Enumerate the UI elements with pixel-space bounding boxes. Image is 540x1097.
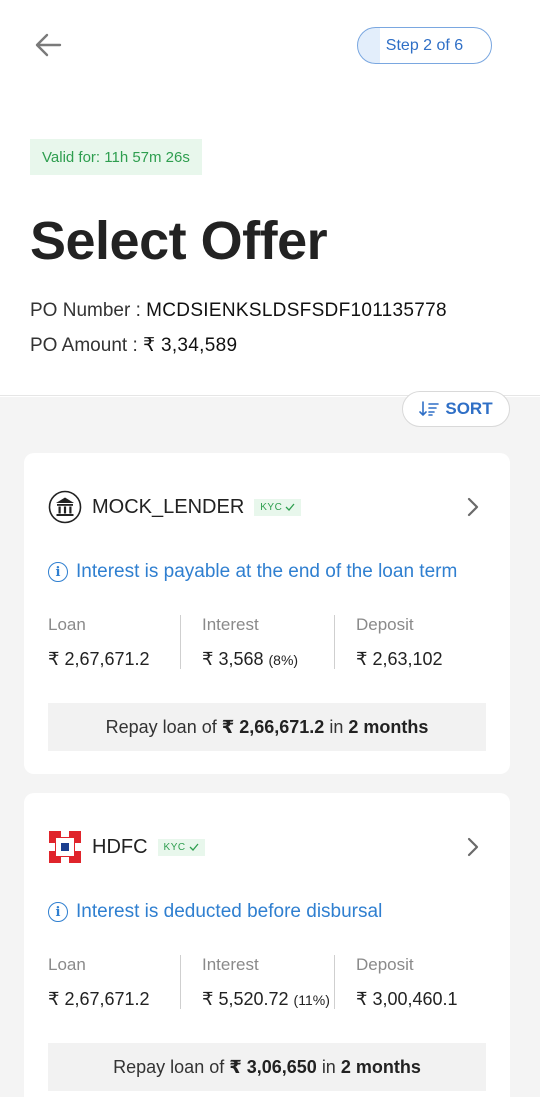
repay-term: 2 months xyxy=(348,716,429,737)
po-amount-row: PO Amount : ₹ 3,34,589 xyxy=(30,334,237,357)
sort-label: SORT xyxy=(445,399,493,418)
deposit-value: ₹ 3,00,460.1 xyxy=(356,989,458,1009)
loan-stat: Loan ₹ 2,67,671.2 xyxy=(48,955,180,1009)
interest-value: ₹ 5,520.72 xyxy=(202,989,289,1009)
info-text: Interest is deducted before disbursal xyxy=(76,901,383,922)
lender-name: HDFC xyxy=(92,835,148,858)
repay-summary: Repay loan of ₹ 3,06,650 in 2 months xyxy=(48,1043,486,1091)
arrow-left-icon xyxy=(35,33,62,57)
sort-button[interactable]: SORT xyxy=(402,391,510,427)
deposit-stat: Deposit ₹ 3,00,460.1 xyxy=(334,955,488,1009)
loan-value: ₹ 2,67,671.2 xyxy=(48,989,150,1009)
interest-value-row: ₹ 5,520.72 (11%) xyxy=(202,989,334,1010)
loan-value: ₹ 2,67,671.2 xyxy=(48,649,150,669)
chevron-right-icon[interactable] xyxy=(466,497,480,517)
po-number-row: PO Number : MCDSIENKSLDSFSDF101135778 xyxy=(30,300,447,322)
offer-stats: Loan ₹ 2,67,671.2 Interest ₹ 5,520.72 (1… xyxy=(48,955,488,1009)
repay-summary: Repay loan of ₹ 2,66,671.2 in 2 months xyxy=(48,703,486,751)
loan-stat: Loan ₹ 2,67,671.2 xyxy=(48,615,180,669)
offer-list: SORT MOCK_LENDER KYC i Interest is payab… xyxy=(0,391,540,1097)
repay-amount: ₹ 2,66,671.2 xyxy=(221,716,325,737)
interest-info: i Interest is payable at the end of the … xyxy=(48,561,457,583)
deposit-label: Deposit xyxy=(356,955,414,974)
deposit-value: ₹ 2,63,102 xyxy=(356,649,443,669)
repay-amount: ₹ 3,06,650 xyxy=(229,1056,317,1077)
interest-rate: (8%) xyxy=(268,652,299,668)
interest-rate: (11%) xyxy=(293,992,330,1008)
interest-info: i Interest is deducted before disbursal xyxy=(48,901,382,923)
validity-badge: Valid for: 11h 57m 26s xyxy=(30,139,202,175)
interest-stat: Interest ₹ 3,568 (8%) xyxy=(180,615,334,669)
interest-value-row: ₹ 3,568 (8%) xyxy=(202,649,334,670)
step-indicator: Step 2 of 6 xyxy=(357,27,492,64)
back-button[interactable] xyxy=(30,30,66,60)
repay-term: 2 months xyxy=(340,1056,421,1077)
loan-label: Loan xyxy=(48,955,86,974)
deposit-stat: Deposit ₹ 2,63,102 xyxy=(334,615,488,669)
interest-label: Interest xyxy=(202,955,259,974)
info-text: Interest is payable at the end of the lo… xyxy=(76,561,458,582)
loan-label: Loan xyxy=(48,615,86,634)
sort-icon xyxy=(419,401,440,417)
interest-value: ₹ 3,568 xyxy=(202,649,264,669)
po-number-label: PO Number : xyxy=(30,300,141,321)
kyc-badge: KYC xyxy=(157,838,205,856)
chevron-right-icon[interactable] xyxy=(466,837,480,857)
kyc-label: KYC xyxy=(163,841,186,853)
deposit-label: Deposit xyxy=(356,615,414,634)
lender-row: MOCK_LENDER KYC xyxy=(48,490,302,524)
interest-stat: Interest ₹ 5,520.72 (11%) xyxy=(180,955,334,1009)
interest-label: Interest xyxy=(202,615,259,634)
po-number-value: MCDSIENKSLDSFSDF101135778 xyxy=(146,300,447,321)
hdfc-logo-icon xyxy=(49,831,81,863)
repay-in: in xyxy=(329,716,344,737)
offer-card[interactable]: MOCK_LENDER KYC i Interest is payable at… xyxy=(24,453,510,774)
header-section: Step 2 of 6 Valid for: 11h 57m 26s Selec… xyxy=(0,0,540,396)
lender-name: MOCK_LENDER xyxy=(92,495,245,518)
repay-prefix: Repay loan of xyxy=(105,716,217,737)
info-icon: i xyxy=(48,902,68,922)
kyc-label: KYC xyxy=(260,501,283,513)
check-icon xyxy=(189,843,199,851)
check-icon xyxy=(285,503,295,511)
po-amount-value: ₹ 3,34,589 xyxy=(143,335,238,356)
bank-icon xyxy=(48,490,82,524)
offer-card[interactable]: HDFC KYC i Interest is deducted before d… xyxy=(24,793,510,1097)
lender-row: HDFC KYC xyxy=(48,830,205,864)
offer-stats: Loan ₹ 2,67,671.2 Interest ₹ 3,568 (8%) … xyxy=(48,615,488,669)
kyc-badge: KYC xyxy=(254,498,302,516)
page-title: Select Offer xyxy=(30,211,328,271)
repay-in: in xyxy=(321,1056,336,1077)
info-icon: i xyxy=(48,562,68,582)
po-amount-label: PO Amount : xyxy=(30,335,138,356)
repay-prefix: Repay loan of xyxy=(113,1056,225,1077)
